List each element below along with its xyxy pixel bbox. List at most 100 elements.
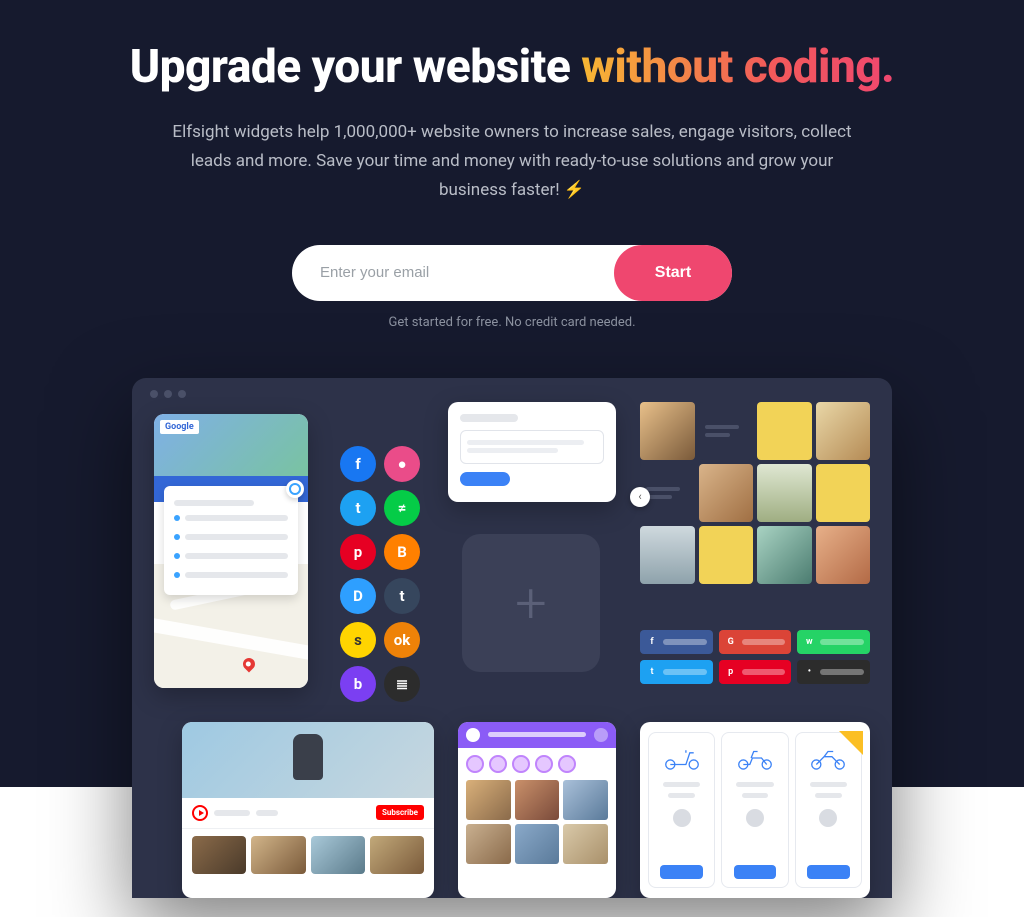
whatsapp-icon: w bbox=[803, 636, 815, 648]
placeholder-line bbox=[467, 448, 558, 453]
pricing-card bbox=[648, 732, 715, 888]
widget-map: Google bbox=[154, 414, 308, 688]
hero: Upgrade your website without coding. Elf… bbox=[0, 0, 1024, 330]
gallery-thumb bbox=[640, 526, 695, 584]
share-facebook-button[interactable]: f bbox=[640, 630, 713, 654]
video-thumb bbox=[251, 836, 305, 874]
disqus-icon[interactable]: D bbox=[340, 578, 376, 614]
gallery-thumb bbox=[816, 526, 871, 584]
dribbble-icon[interactable]: ● bbox=[384, 446, 420, 482]
other-icon: • bbox=[803, 666, 815, 678]
placeholder-line bbox=[663, 669, 707, 675]
placeholder-line bbox=[736, 782, 773, 787]
traffic-dot bbox=[150, 390, 158, 398]
start-button[interactable]: Start bbox=[614, 245, 732, 301]
navigate-icon bbox=[286, 480, 304, 498]
cover-figure bbox=[293, 734, 323, 780]
placeholder-line bbox=[185, 534, 288, 540]
ig-feed bbox=[458, 780, 616, 864]
gallery-thumb bbox=[699, 526, 754, 584]
snapchat-icon[interactable]: s bbox=[340, 622, 376, 658]
widget-add-tile[interactable]: + bbox=[462, 534, 600, 672]
email-input[interactable] bbox=[320, 264, 614, 281]
placeholder-line bbox=[815, 793, 842, 798]
twitter-icon: t bbox=[646, 666, 658, 678]
placeholder-line bbox=[256, 810, 278, 816]
story-avatar bbox=[466, 755, 484, 773]
facebook-icon[interactable]: f bbox=[340, 446, 376, 482]
gallery-thumb bbox=[816, 464, 871, 522]
pricing-card bbox=[721, 732, 788, 888]
badoo-icon[interactable]: b bbox=[340, 666, 376, 702]
gallery-thumb bbox=[699, 464, 754, 522]
headline-plain: Upgrade your website bbox=[130, 40, 582, 94]
widget-youtube: Subscribe bbox=[182, 722, 434, 898]
moped-icon bbox=[735, 745, 775, 771]
list-item bbox=[174, 549, 288, 563]
pinterest-icon: p bbox=[725, 666, 737, 678]
ig-stories bbox=[458, 748, 616, 780]
share-pinterest-button[interactable]: p bbox=[719, 660, 792, 684]
gallery-caption bbox=[699, 402, 754, 460]
bullet-icon bbox=[174, 534, 180, 540]
price-circle bbox=[673, 809, 691, 827]
placeholder-line bbox=[742, 669, 786, 675]
deviantart-icon[interactable]: ≠ bbox=[384, 490, 420, 526]
youtube-play-icon bbox=[192, 805, 208, 821]
list-item bbox=[174, 568, 288, 582]
share-other-button[interactable]: • bbox=[797, 660, 870, 684]
widget-form bbox=[448, 402, 616, 502]
widget-pricing bbox=[640, 722, 870, 898]
hero-subhead: Elfsight widgets help 1,000,000+ website… bbox=[162, 118, 862, 205]
bullet-icon bbox=[174, 572, 180, 578]
gallery-thumb bbox=[757, 402, 812, 460]
hero-headline: Upgrade your website without coding. bbox=[40, 40, 984, 94]
share-twitter-button[interactable]: t bbox=[640, 660, 713, 684]
ig-thumb bbox=[466, 824, 511, 864]
avatar-icon bbox=[466, 728, 480, 742]
facebook-icon: f bbox=[646, 636, 658, 648]
ok-icon[interactable]: ok bbox=[384, 622, 420, 658]
placeholder-line bbox=[810, 782, 847, 787]
pricing-cta-button bbox=[807, 865, 850, 879]
share-google-button[interactable]: G bbox=[719, 630, 792, 654]
placeholder-line bbox=[742, 793, 769, 798]
gallery-thumb bbox=[816, 402, 871, 460]
scooter-icon bbox=[662, 745, 702, 771]
blogger-icon[interactable]: B bbox=[384, 534, 420, 570]
ig-header bbox=[458, 722, 616, 748]
placeholder-line bbox=[214, 810, 250, 816]
headline-accent: without coding. bbox=[581, 40, 894, 94]
plus-icon: + bbox=[515, 575, 547, 631]
widget-instagram bbox=[458, 722, 616, 898]
placeholder-line bbox=[742, 639, 786, 645]
ribbon-icon bbox=[839, 731, 863, 755]
list-item bbox=[174, 511, 288, 525]
ig-thumb bbox=[515, 824, 560, 864]
buffer-icon[interactable]: ≣ bbox=[384, 666, 420, 702]
form-submit-button bbox=[460, 472, 510, 486]
list-item bbox=[174, 530, 288, 544]
subscribe-button[interactable]: Subscribe bbox=[376, 805, 424, 820]
ig-thumb bbox=[466, 780, 511, 820]
map-brand-label: Google bbox=[160, 420, 199, 434]
share-whatsapp-button[interactable]: w bbox=[797, 630, 870, 654]
tumblr-icon[interactable]: t bbox=[384, 578, 420, 614]
placeholder-line bbox=[820, 669, 864, 675]
traffic-dot bbox=[164, 390, 172, 398]
gallery-prev-icon[interactable]: ‹ bbox=[630, 487, 650, 507]
placeholder-line bbox=[185, 515, 288, 521]
email-form: Start bbox=[40, 245, 984, 301]
pinterest-icon[interactable]: p bbox=[340, 534, 376, 570]
video-thumb bbox=[192, 836, 246, 874]
widget-share-buttons: f Gw t p • bbox=[640, 630, 870, 686]
twitter-icon[interactable]: t bbox=[340, 490, 376, 526]
youtube-bar: Subscribe bbox=[182, 798, 434, 829]
showcase-window: Google f●t≠pBDtsokb≣ bbox=[132, 378, 892, 898]
google-icon: G bbox=[725, 636, 737, 648]
map-pin-icon bbox=[241, 655, 258, 672]
placeholder-line bbox=[467, 440, 584, 445]
price-circle bbox=[819, 809, 837, 827]
widget-social-icons: f●t≠pBDtsokb≣ bbox=[334, 446, 426, 658]
form-textarea bbox=[460, 430, 604, 464]
